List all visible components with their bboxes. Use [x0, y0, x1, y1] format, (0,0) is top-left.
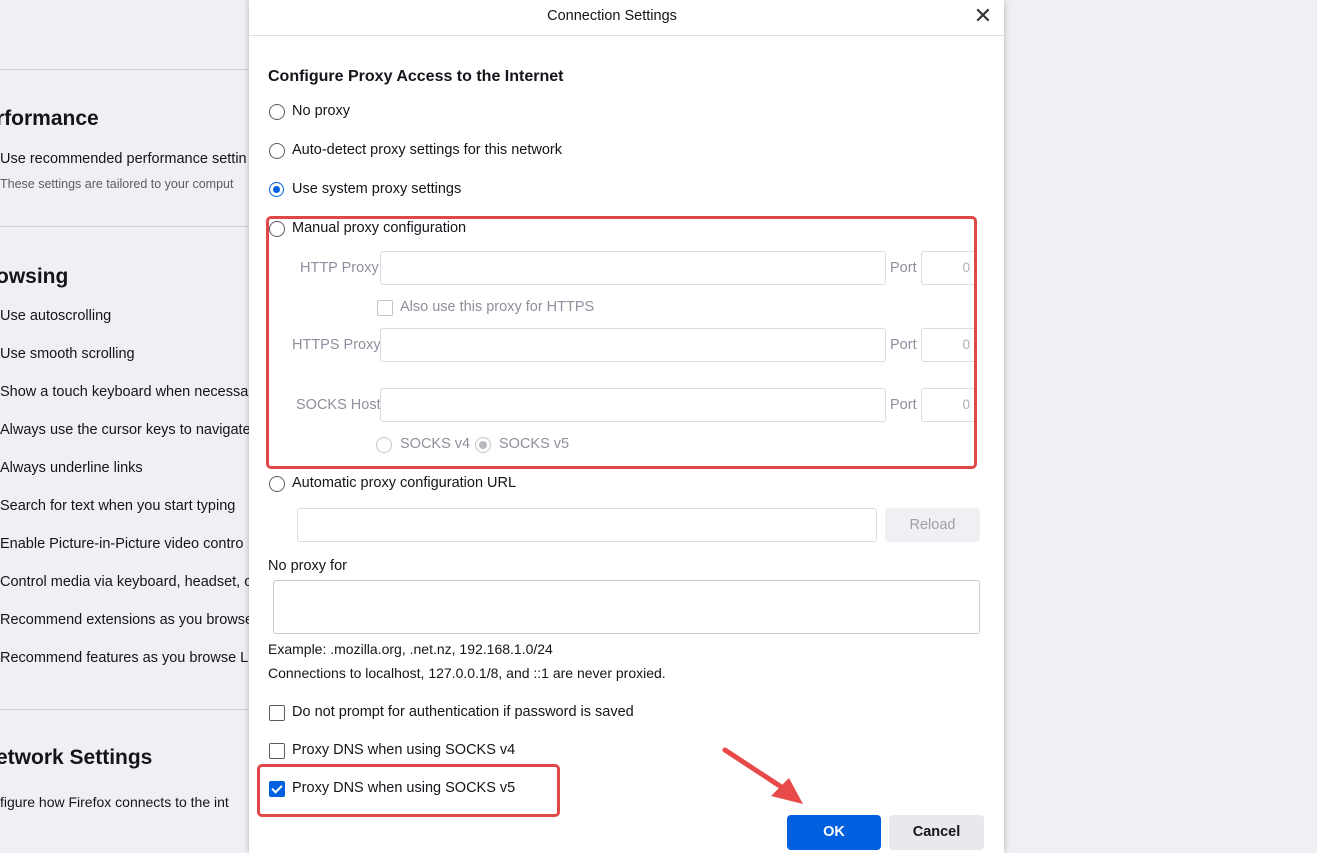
divider	[0, 226, 249, 227]
dialog-title: Connection Settings	[547, 8, 677, 24]
browsing-item[interactable]: Recommend features as you browse L	[0, 650, 248, 666]
browsing-item[interactable]: Recommend extensions as you browse	[0, 612, 249, 628]
browsing-item[interactable]: Search for text when you start typing	[0, 498, 235, 514]
auto-detect-label[interactable]: Auto-detect proxy settings for this netw…	[292, 142, 562, 158]
no-proxy-for-textarea[interactable]	[273, 580, 980, 634]
no-proxy-radio[interactable]	[269, 104, 285, 120]
browsing-item[interactable]: Use smooth scrolling	[0, 346, 135, 362]
browsing-item[interactable]: Always underline links	[0, 460, 143, 476]
example-text: Example: .mozilla.org, .net.nz, 192.168.…	[268, 641, 553, 657]
browsing-item[interactable]: Show a touch keyboard when necessa	[0, 384, 248, 400]
divider	[0, 69, 249, 70]
section-heading-network: etwork Settings	[0, 746, 153, 769]
network-note: figure how Firefox connects to the int	[0, 794, 229, 810]
browsing-item[interactable]: Control media via keyboard, headset, o	[0, 574, 249, 590]
divider	[0, 709, 249, 710]
section-heading-browsing: owsing	[0, 265, 69, 288]
auto-url-label[interactable]: Automatic proxy configuration URL	[292, 475, 516, 491]
arrow-pointer-icon	[722, 747, 803, 804]
auto-url-radio[interactable]	[269, 476, 285, 492]
manual-config-highlight	[266, 216, 977, 469]
reload-button[interactable]: Reload	[885, 508, 980, 542]
cancel-button[interactable]: Cancel	[889, 815, 984, 850]
dns-v5-highlight	[257, 764, 560, 817]
performance-note: These settings are tailored to your comp…	[0, 177, 234, 191]
system-proxy-label[interactable]: Use system proxy settings	[292, 181, 461, 197]
section-heading: Configure Proxy Access to the Internet	[268, 68, 564, 85]
no-proxy-label[interactable]: No proxy	[292, 103, 350, 119]
settings-page-visible-strip: rformance Use recommended performance se…	[0, 0, 249, 853]
no-proxy-for-label: No proxy for	[268, 558, 347, 574]
performance-option[interactable]: Use recommended performance settin	[0, 151, 247, 167]
system-proxy-radio[interactable]	[269, 182, 284, 197]
dns-v4-label[interactable]: Proxy DNS when using SOCKS v4	[292, 742, 515, 758]
no-prompt-label[interactable]: Do not prompt for authentication if pass…	[292, 704, 634, 720]
ok-button[interactable]: OK	[787, 815, 881, 850]
dialog-titlebar: Connection Settings ✕	[249, 0, 1004, 36]
auto-url-input[interactable]	[297, 508, 877, 542]
no-prompt-checkbox[interactable]	[269, 705, 285, 721]
auto-detect-radio[interactable]	[269, 143, 285, 159]
connection-settings-dialog: Connection Settings ✕ Configure Proxy Ac…	[249, 0, 1004, 853]
browsing-item[interactable]: Always use the cursor keys to navigate	[0, 422, 249, 438]
browsing-item[interactable]: Enable Picture-in-Picture video contro	[0, 536, 243, 552]
localhost-note: Connections to localhost, 127.0.0.1/8, a…	[268, 665, 666, 681]
section-heading-performance: rformance	[0, 107, 99, 130]
close-icon[interactable]: ✕	[971, 4, 995, 28]
dns-v4-checkbox[interactable]	[269, 743, 285, 759]
browsing-item[interactable]: Use autoscrolling	[0, 308, 111, 324]
